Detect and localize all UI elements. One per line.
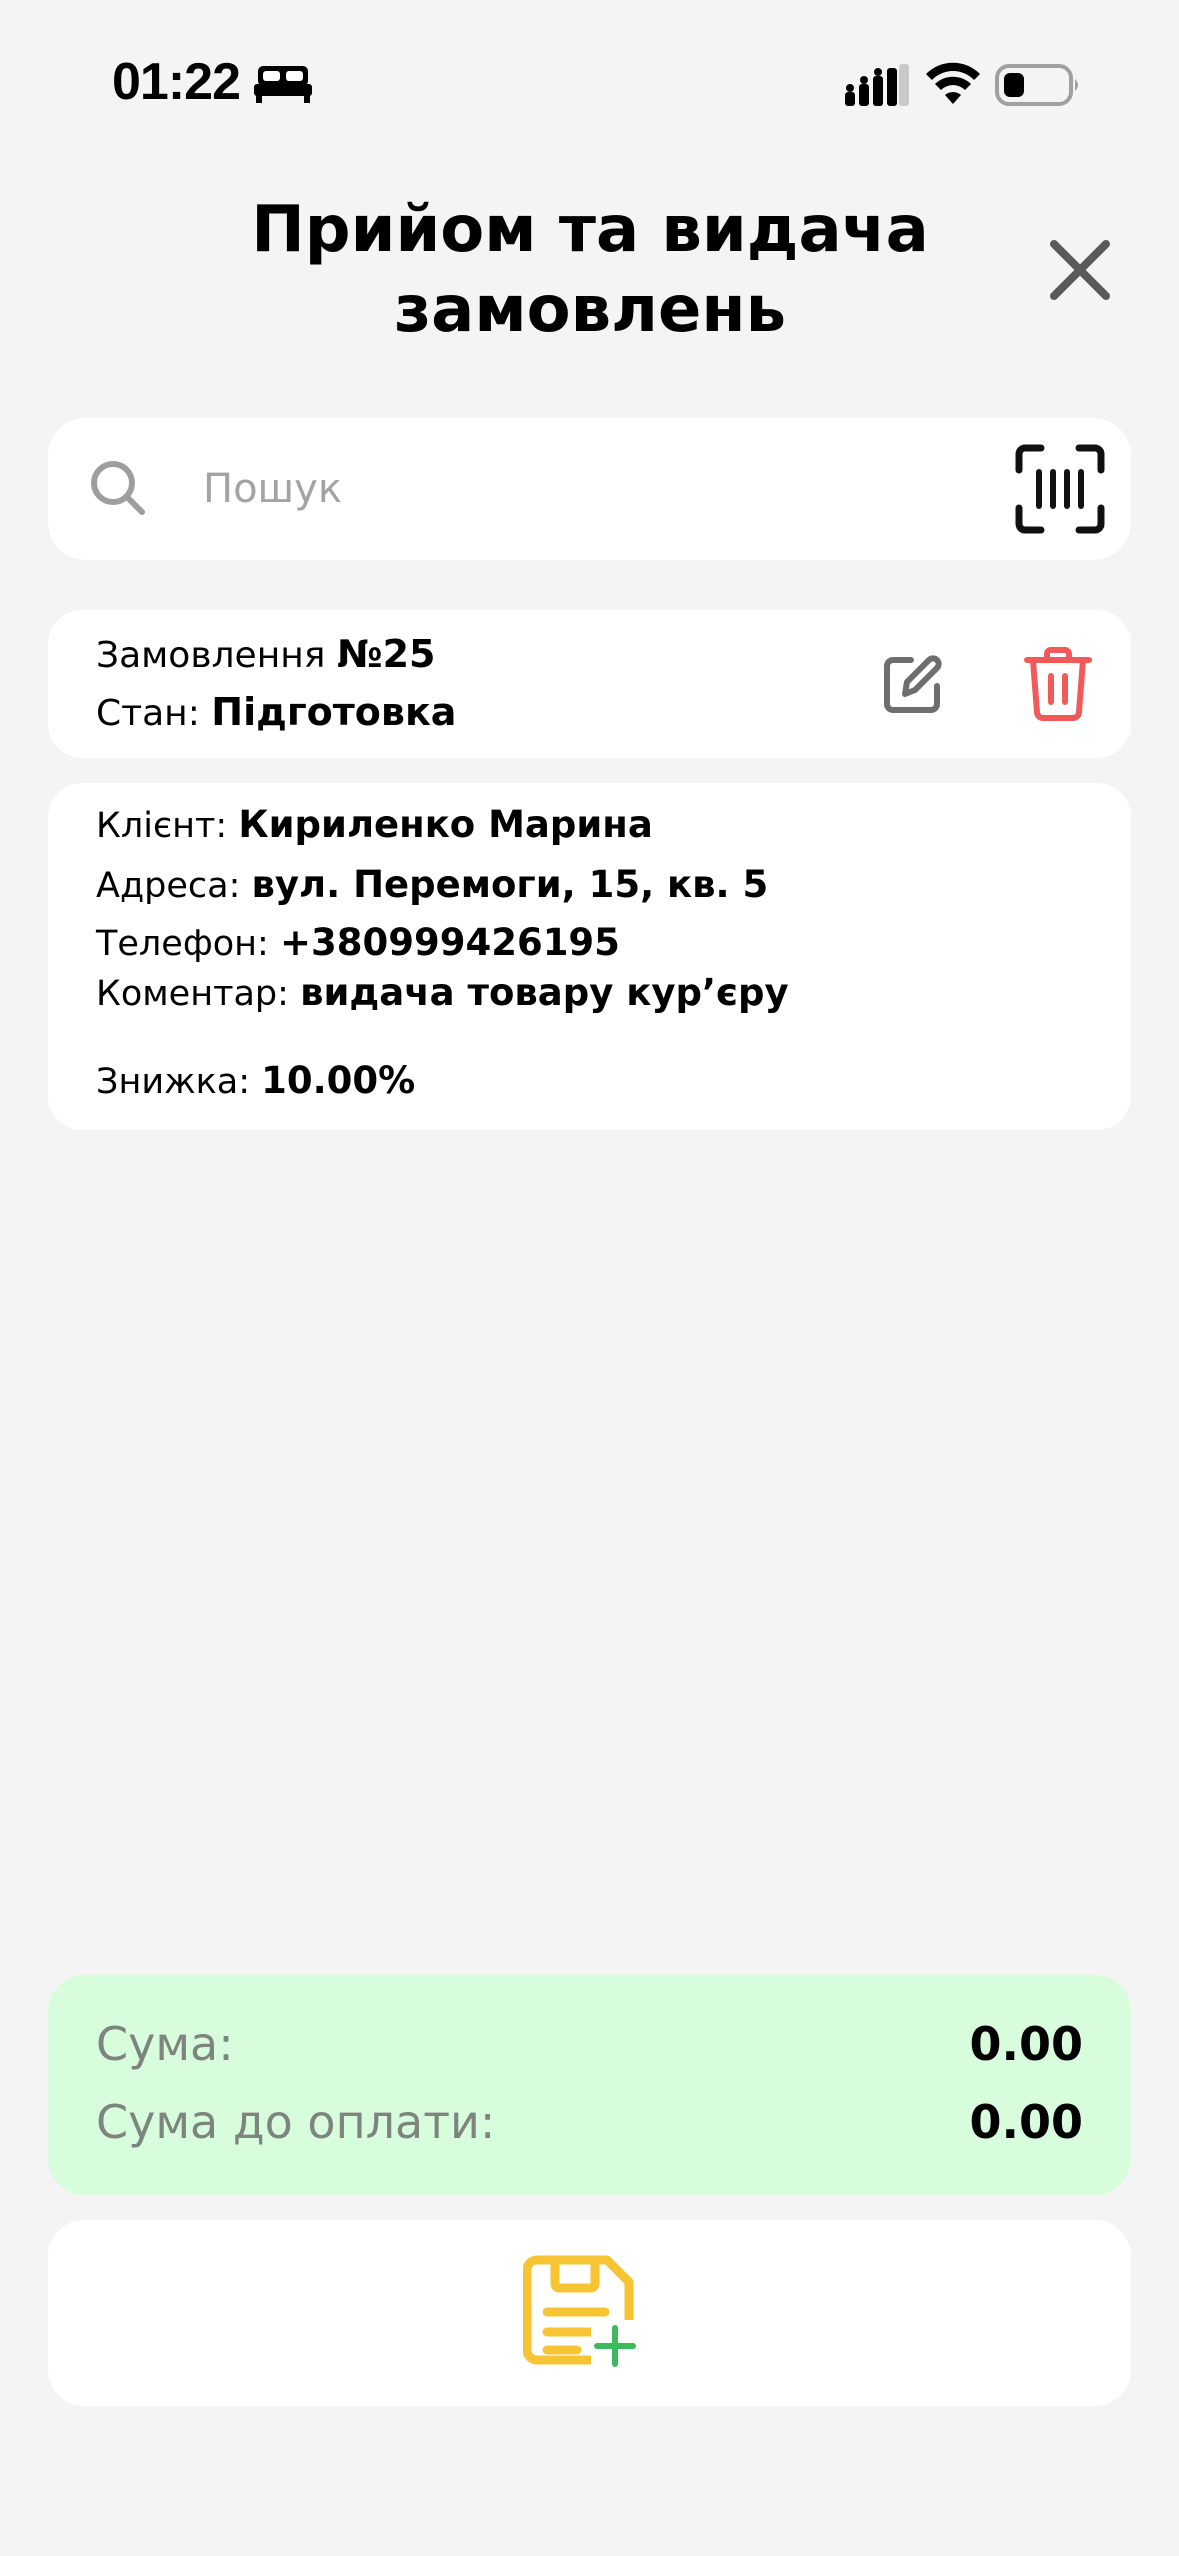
phone-row: Телефон: +380999426195 [96,921,620,964]
comment-value: видача товару кур’єру [300,971,789,1014]
edit-icon[interactable] [881,652,945,716]
search-bar [48,418,1131,560]
close-icon[interactable] [1040,230,1120,310]
order-state-value: Підготовка [211,690,457,734]
search-icon [91,461,145,515]
sum-label: Сума: [96,2017,234,2071]
address-label: Адреса: [96,866,241,906]
order-state: Стан: Підготовка [96,690,456,734]
delete-icon[interactable] [1023,646,1093,722]
action-card [48,2220,1131,2406]
discount-row: Знижка: 10.00% [96,1059,415,1102]
order-details-card: Клієнт: Кириленко Марина Адреса: вул. Пе… [48,783,1131,1130]
order-number-value: №25 [336,632,436,676]
sum-value: 0.00 [969,2017,1084,2071]
totals-card: Сума: 0.00 Сума до оплати: 0.00 [48,1975,1131,2195]
page-title: Прийом та видача замовлень [251,193,929,347]
address-value: вул. Перемоги, 15, кв. 5 [251,863,769,906]
order-number: Замовлення №25 [96,632,436,676]
order-card: Замовлення №25 Стан: Підготовка [48,610,1131,758]
order-state-label: Стан: [96,693,200,734]
wifi-icon [926,62,980,104]
address-row: Адреса: вул. Перемоги, 15, кв. 5 [96,863,768,906]
amount-due-label: Сума до оплати: [96,2095,496,2149]
bed-icon [254,66,312,103]
comment-row: Коментар: видача товару кур’єру [96,971,789,1014]
order-number-label: Замовлення [96,635,326,676]
discount-value: 10.00% [261,1059,416,1102]
phone-value: +380999426195 [279,921,620,964]
client-label: Клієнт: [96,806,228,846]
discount-label: Знижка: [96,1062,250,1102]
client-row: Клієнт: Кириленко Марина [96,803,653,846]
signal-icon [845,64,909,106]
amount-due-value: 0.00 [969,2095,1084,2149]
phone-label: Телефон: [96,924,269,964]
add-document-icon[interactable] [523,2254,643,2370]
status-bar: 01:22 [0,0,1179,150]
search-input[interactable] [203,448,1003,530]
battery-icon [995,64,1078,106]
comment-label: Коментар: [96,974,289,1014]
status-time: 01:22 [112,53,241,111]
client-value: Кириленко Марина [238,803,653,846]
barcode-scan-icon[interactable] [1013,442,1107,536]
